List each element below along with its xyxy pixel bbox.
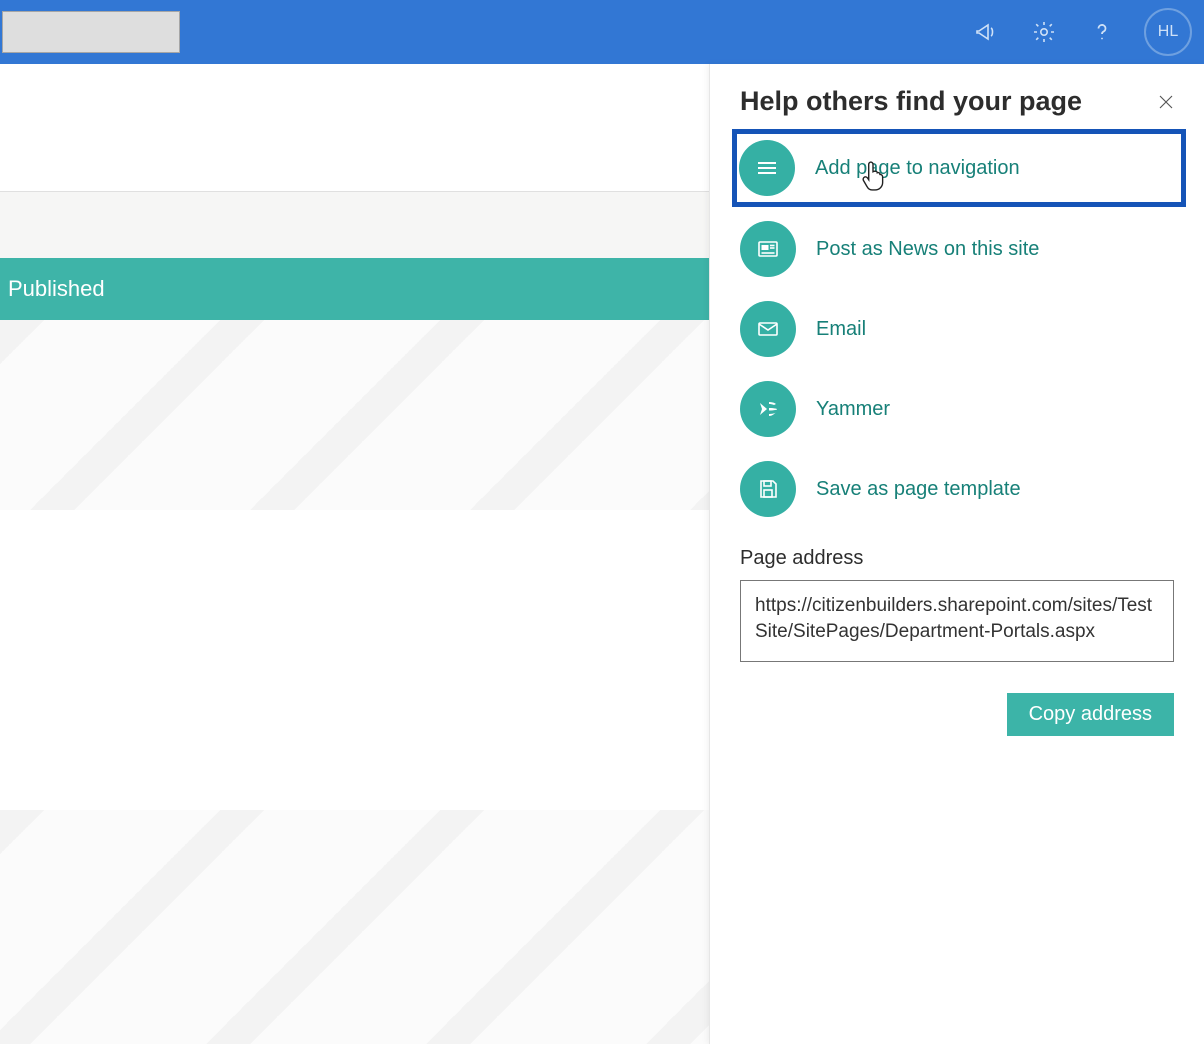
option-label: Email xyxy=(816,318,866,341)
panel-title: Help others find your page xyxy=(740,86,1082,117)
close-panel-button[interactable] xyxy=(1152,88,1180,116)
app-topbar: HL xyxy=(0,0,1204,64)
option-yammer[interactable]: Yammer xyxy=(740,371,1174,447)
avatar-initials: HL xyxy=(1158,23,1178,41)
close-icon xyxy=(1157,93,1175,111)
yammer-icon xyxy=(740,381,796,437)
lower-geometric-bg xyxy=(0,810,709,1044)
option-save-as-template[interactable]: Save as page template xyxy=(740,451,1174,527)
mail-icon xyxy=(740,301,796,357)
panel-options-list: Add page to navigation Post as News on t… xyxy=(740,129,1174,527)
published-banner-text: Published xyxy=(8,276,105,302)
hero-geometric-bg xyxy=(0,320,709,510)
option-label: Post as News on this site xyxy=(816,238,1039,261)
user-avatar[interactable]: HL xyxy=(1144,8,1192,56)
help-others-panel: Help others find your page Add page to n… xyxy=(709,64,1204,1044)
published-banner: Published xyxy=(0,258,709,320)
gear-icon[interactable] xyxy=(1028,16,1060,48)
option-post-as-news[interactable]: Post as News on this site xyxy=(740,211,1174,287)
content-blank xyxy=(0,510,709,810)
banner-spacer xyxy=(0,192,709,258)
search-input[interactable] xyxy=(2,11,180,53)
main-area: Published Help others find your page xyxy=(0,64,1204,1044)
option-email[interactable]: Email xyxy=(740,291,1174,367)
option-label: Yammer xyxy=(816,398,890,421)
option-add-to-navigation[interactable]: Add page to navigation xyxy=(732,129,1186,207)
megaphone-icon[interactable] xyxy=(970,16,1002,48)
page-header-region xyxy=(0,64,709,192)
copy-address-button[interactable]: Copy address xyxy=(1007,693,1174,736)
page-address-field[interactable] xyxy=(740,580,1174,662)
news-icon xyxy=(740,221,796,277)
panel-header: Help others find your page xyxy=(740,86,1174,117)
page-content: Published xyxy=(0,64,709,1044)
page-address-label: Page address xyxy=(740,547,1174,570)
copy-button-row: Copy address xyxy=(740,693,1174,736)
option-label: Add page to navigation xyxy=(815,157,1020,180)
help-icon[interactable] xyxy=(1086,16,1118,48)
option-label: Save as page template xyxy=(816,478,1021,501)
hamburger-icon xyxy=(739,140,795,196)
save-icon xyxy=(740,461,796,517)
topbar-right: HL xyxy=(970,8,1192,56)
topbar-left xyxy=(0,0,180,64)
